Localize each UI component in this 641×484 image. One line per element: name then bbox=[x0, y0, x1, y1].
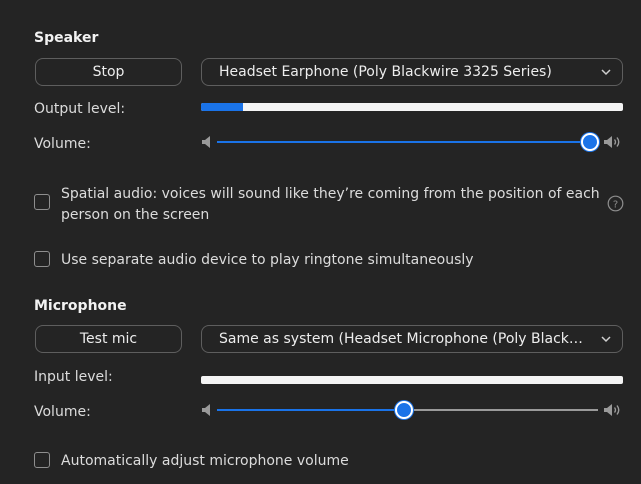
input-level-meter bbox=[201, 376, 623, 384]
chevron-down-icon bbox=[601, 69, 611, 76]
auto-adjust-mic-option[interactable]: Automatically adjust microphone volume bbox=[34, 452, 349, 470]
speaker-section-title: Speaker bbox=[34, 30, 99, 46]
spatial-audio-label-line2: person on the screen bbox=[61, 207, 210, 223]
auto-adjust-mic-label: Automatically adjust microphone volume bbox=[61, 453, 349, 469]
volume-high-icon bbox=[604, 404, 620, 416]
spatial-audio-text: Spatial audio: voices will sound like th… bbox=[61, 184, 600, 226]
microphone-volume-label: Volume: bbox=[34, 404, 91, 420]
volume-low-icon bbox=[202, 136, 210, 148]
chevron-down-icon bbox=[601, 336, 611, 343]
microphone-device-value: Same as system (Headset Microphone (Poly… bbox=[219, 331, 592, 347]
spatial-audio-option[interactable]: Spatial audio: voices will sound like th… bbox=[34, 184, 600, 226]
spatial-audio-label-line1: Spatial audio: voices will sound like th… bbox=[61, 186, 600, 202]
separate-ringtone-label: Use separate audio device to play ringto… bbox=[61, 252, 474, 268]
separate-ringtone-option[interactable]: Use separate audio device to play ringto… bbox=[34, 251, 474, 269]
speaker-volume-slider[interactable] bbox=[201, 132, 623, 152]
output-level-fill bbox=[201, 103, 244, 111]
output-level-meter bbox=[201, 103, 623, 111]
microphone-volume-slider[interactable] bbox=[201, 400, 623, 420]
test-mic-button[interactable]: Test mic bbox=[35, 325, 182, 353]
microphone-device-select[interactable]: Same as system (Headset Microphone (Poly… bbox=[201, 325, 623, 353]
slider-thumb[interactable] bbox=[581, 133, 600, 151]
svg-text:?: ? bbox=[613, 199, 618, 210]
help-icon[interactable]: ? bbox=[607, 195, 624, 212]
stop-speaker-test-button[interactable]: Stop bbox=[35, 58, 182, 86]
spatial-audio-checkbox[interactable] bbox=[34, 194, 50, 210]
microphone-section-title: Microphone bbox=[34, 298, 127, 314]
slider-thumb[interactable] bbox=[394, 401, 413, 419]
speaker-device-value: Headset Earphone (Poly Blackwire 3325 Se… bbox=[219, 64, 552, 80]
input-level-label: Input level: bbox=[34, 369, 113, 385]
slider-track-fill bbox=[217, 141, 591, 143]
speaker-device-select[interactable]: Headset Earphone (Poly Blackwire 3325 Se… bbox=[201, 58, 623, 86]
volume-high-icon bbox=[604, 136, 620, 148]
auto-adjust-mic-checkbox[interactable] bbox=[34, 452, 50, 468]
separate-ringtone-checkbox[interactable] bbox=[34, 251, 50, 267]
audio-settings-panel: Speaker Stop Headset Earphone (Poly Blac… bbox=[0, 0, 641, 484]
output-level-label: Output level: bbox=[34, 101, 126, 117]
slider-track-fill bbox=[217, 409, 404, 411]
speaker-volume-label: Volume: bbox=[34, 136, 91, 152]
volume-low-icon bbox=[202, 404, 210, 416]
